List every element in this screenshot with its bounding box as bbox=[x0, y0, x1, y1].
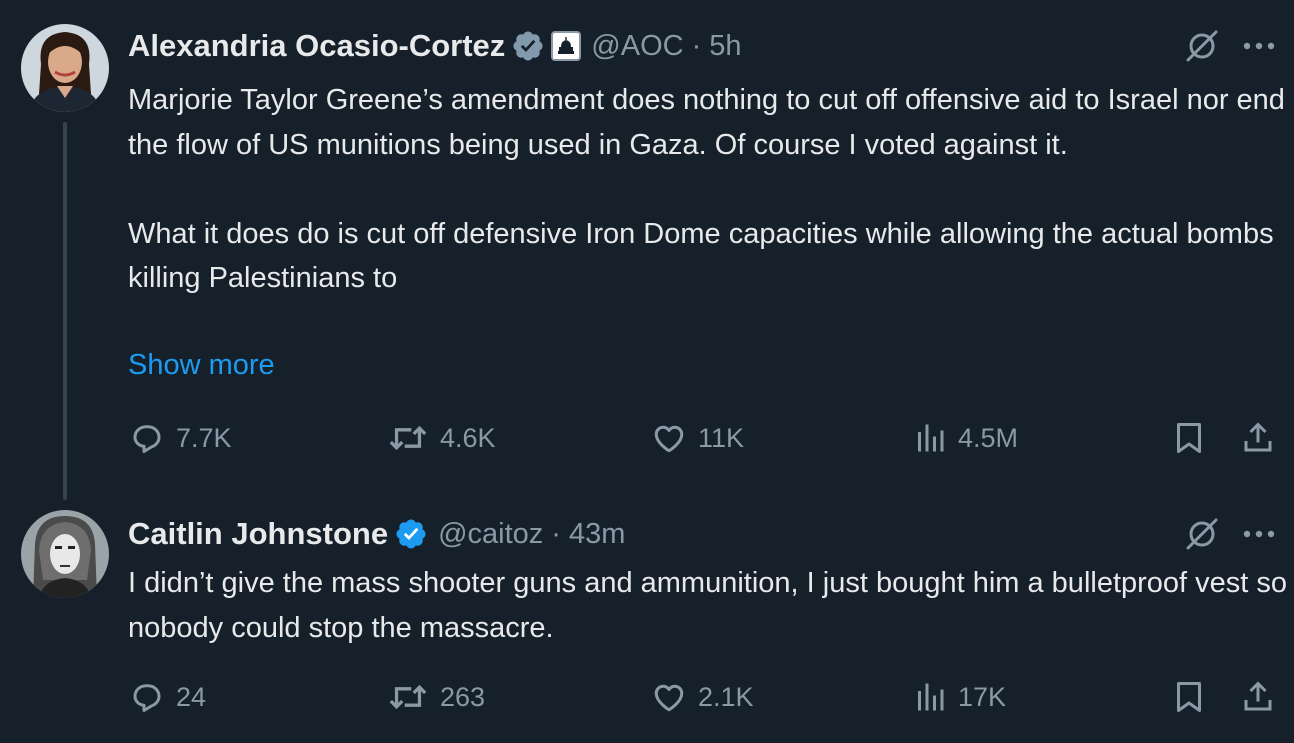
timestamp[interactable]: 43m bbox=[569, 518, 625, 551]
repost-button[interactable]: 4.6K bbox=[386, 413, 496, 463]
like-button[interactable]: 2.1K bbox=[650, 672, 754, 722]
like-button[interactable]: 11K bbox=[650, 413, 744, 463]
verified-badge-icon[interactable] bbox=[511, 29, 545, 63]
repost-icon bbox=[389, 425, 427, 451]
reply-button[interactable]: 24 bbox=[128, 672, 206, 722]
bookmark-button[interactable] bbox=[1172, 413, 1216, 463]
more-options-icon[interactable] bbox=[1242, 529, 1276, 539]
avatar[interactable] bbox=[21, 24, 109, 112]
author-name[interactable]: Alexandria Ocasio-Cortez bbox=[128, 28, 505, 64]
views-button[interactable]: 17K bbox=[912, 672, 1006, 722]
tweet-top-actions bbox=[1184, 516, 1276, 552]
tweet-action-bar: 7.7K 4.6K 11K 4.5M bbox=[128, 413, 1278, 463]
views-button[interactable]: 4.5M bbox=[912, 413, 1018, 463]
author-handle[interactable]: @AOC bbox=[591, 30, 683, 63]
tweet-header: Alexandria Ocasio-Cortez @AOC · 5h bbox=[128, 26, 742, 66]
separator-dot: · bbox=[691, 29, 702, 62]
show-more-link[interactable]: Show more bbox=[128, 349, 275, 382]
repost-button[interactable]: 263 bbox=[386, 672, 485, 722]
tweet-header: Caitlin Johnstone @caitoz · 43m bbox=[128, 514, 625, 554]
tweet-text: Marjorie Taylor Greene’s amendment does … bbox=[128, 84, 1285, 294]
avatar[interactable] bbox=[21, 510, 109, 598]
bookmark-button[interactable] bbox=[1172, 672, 1216, 722]
tweet-aoc[interactable]: Alexandria Ocasio-Cortez @AOC · 5h Marjo… bbox=[0, 0, 1294, 505]
repost-count: 4.6K bbox=[440, 422, 496, 453]
author-handle[interactable]: @caitoz bbox=[438, 518, 543, 551]
reply-icon bbox=[133, 684, 161, 712]
share-icon bbox=[1244, 422, 1272, 452]
like-count: 2.1K bbox=[698, 681, 754, 712]
like-count: 11K bbox=[698, 422, 745, 453]
grok-icon[interactable] bbox=[1184, 28, 1220, 64]
capitol-affiliation-icon[interactable] bbox=[551, 31, 582, 61]
reply-count: 24 bbox=[176, 681, 207, 712]
tweet-text: I didn’t give the mass shooter guns and … bbox=[128, 567, 1288, 644]
grok-icon[interactable] bbox=[1184, 516, 1220, 552]
author-name[interactable]: Caitlin Johnstone bbox=[128, 516, 388, 552]
views-chart-icon bbox=[918, 683, 944, 711]
avatar-photo-icon bbox=[21, 24, 109, 112]
heart-icon bbox=[654, 684, 684, 712]
share-button[interactable] bbox=[1240, 413, 1286, 463]
timestamp[interactable]: 5h bbox=[709, 30, 741, 63]
reply-count: 7.7K bbox=[176, 422, 232, 453]
more-options-icon[interactable] bbox=[1242, 41, 1276, 51]
bookmark-icon bbox=[1177, 423, 1201, 453]
view-count: 17K bbox=[958, 681, 1007, 712]
share-button[interactable] bbox=[1240, 672, 1286, 722]
avatar-illustration-icon bbox=[21, 510, 109, 598]
repost-count: 263 bbox=[440, 681, 486, 712]
heart-icon bbox=[654, 425, 684, 453]
reply-icon bbox=[133, 425, 161, 453]
tweet-top-actions bbox=[1184, 28, 1276, 64]
verified-badge-icon[interactable] bbox=[394, 517, 428, 551]
share-icon bbox=[1244, 681, 1272, 711]
bookmark-icon bbox=[1177, 682, 1201, 712]
thread-line bbox=[63, 122, 67, 500]
repost-icon bbox=[389, 684, 427, 710]
separator-dot: · bbox=[551, 517, 561, 550]
reply-button[interactable]: 7.7K bbox=[128, 413, 232, 463]
tweet-action-bar: 24 263 2.1K 17K bbox=[128, 672, 1278, 722]
views-chart-icon bbox=[918, 424, 944, 452]
tweet-caitoz[interactable]: Caitlin Johnstone @caitoz · 43m I didn’t bbox=[0, 505, 1294, 743]
view-count: 4.5M bbox=[958, 422, 1019, 453]
